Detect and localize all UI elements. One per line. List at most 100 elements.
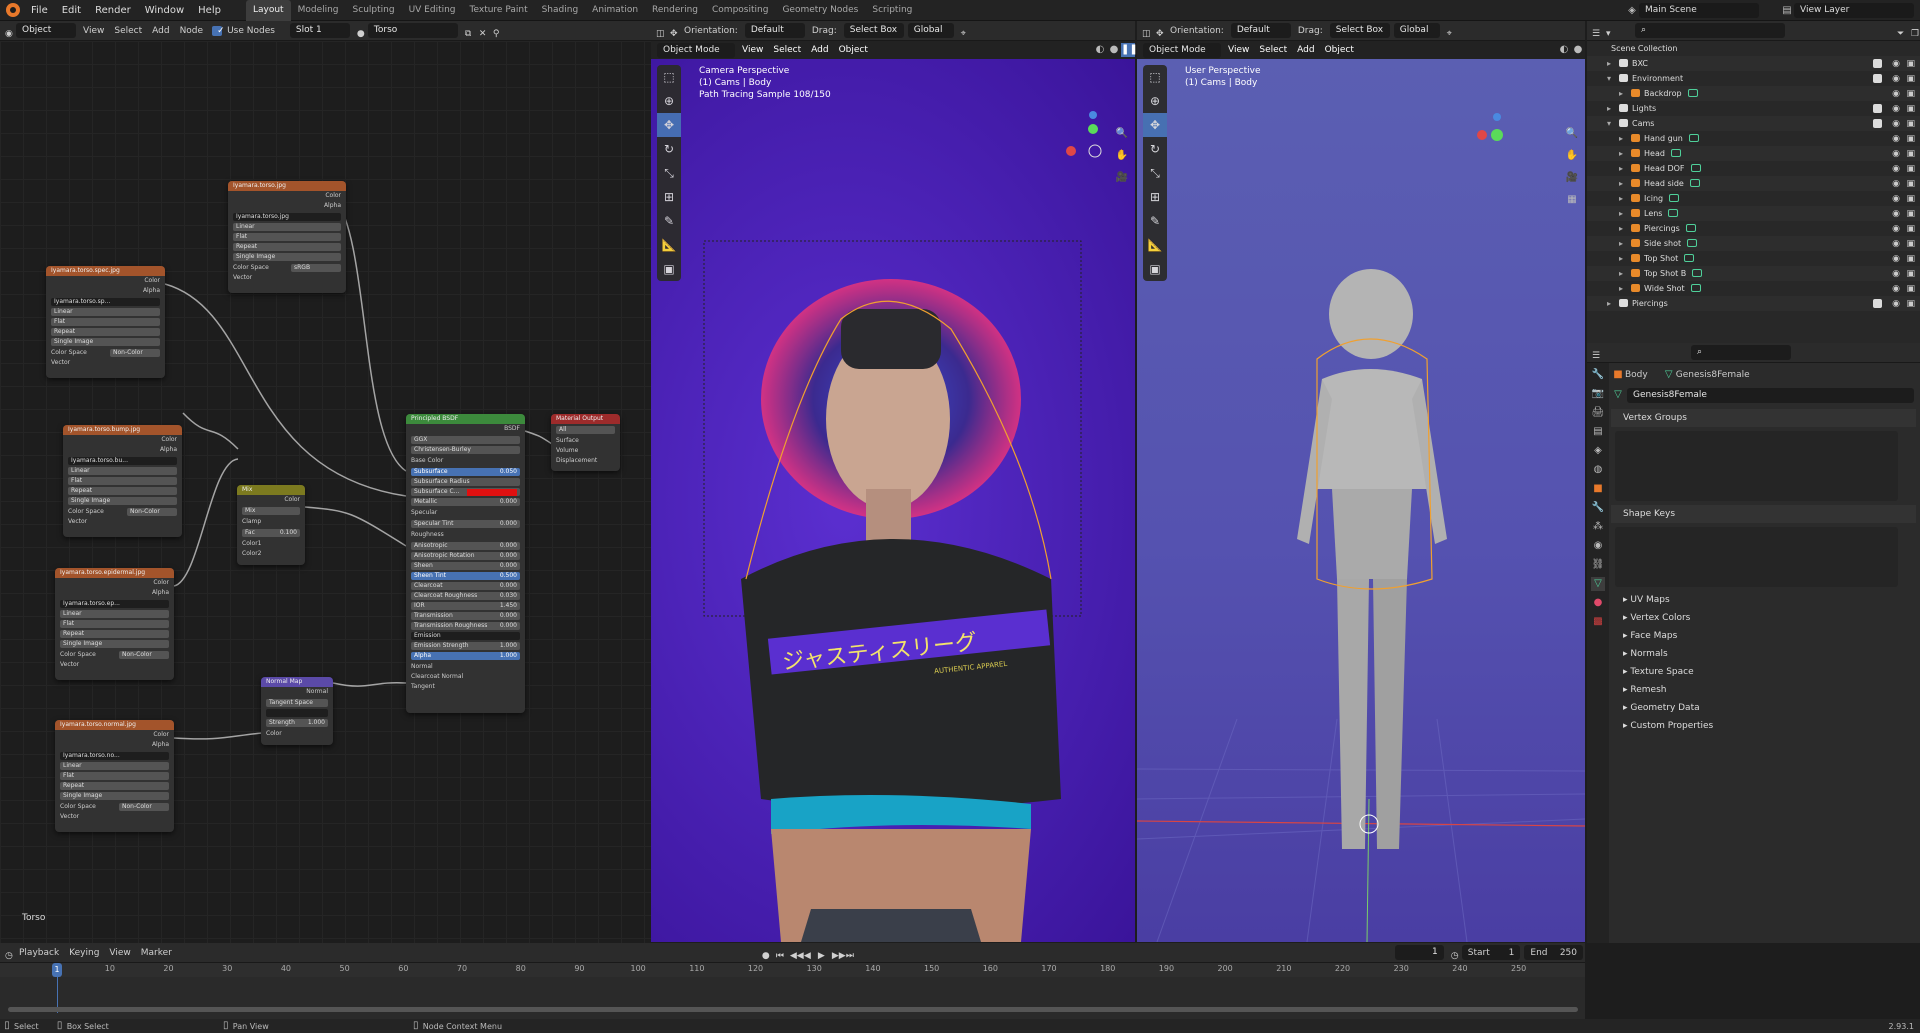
object-tab-icon[interactable]: ■ [1591, 482, 1605, 496]
gizmo-center-icon[interactable] [1088, 144, 1102, 158]
color-space-dropdown[interactable]: Non-Color [110, 349, 160, 357]
visibility-eye-icon[interactable]: ◉ [1892, 162, 1900, 177]
bsdf-input-metallic[interactable]: Metallic 0.000 [411, 498, 520, 506]
editor-type-icon[interactable]: ◉ [0, 24, 14, 39]
visibility-eye-icon[interactable]: ◉ [1892, 282, 1900, 297]
scale-icon[interactable]: ⤡ [657, 161, 681, 185]
move-icon[interactable]: ✥ [1143, 113, 1167, 137]
menu-add[interactable]: Add [1292, 44, 1319, 56]
render-visibility-icon[interactable]: ▣ [1906, 297, 1915, 312]
render-visibility-icon[interactable]: ▣ [1906, 117, 1915, 132]
play-icon[interactable]: ▶ [813, 946, 827, 961]
select-box-icon[interactable]: ⬚ [657, 65, 681, 89]
source-dropdown[interactable]: Single Image [51, 338, 160, 346]
visibility-eye-icon[interactable]: ◉ [1892, 237, 1900, 252]
camera-view-icon[interactable]: 🎥 [1565, 171, 1579, 185]
expand-arrow-icon[interactable]: ▸ [1619, 236, 1629, 251]
bsdf-input-ior[interactable]: IOR 1.450 [411, 602, 520, 610]
camera-data-icon[interactable] [1687, 239, 1698, 247]
color-space-dropdown[interactable]: Non-Color [127, 508, 177, 516]
expand-arrow-icon[interactable]: ▸ [1619, 131, 1629, 146]
node-mix-rgb[interactable]: Mix Color Mix Clamp Fac 0.100 Color1 Colo… [237, 485, 305, 565]
mode-dropdown[interactable]: Object Mode [1143, 42, 1221, 58]
camera-data-icon[interactable] [1692, 269, 1703, 277]
properties-editor[interactable]: ☰ ⌕ 🔧 📷 🖨 ▤ ◈ ◍ ■ 🔧 ⁂ ◉ ⛓ ▽ ● ▩ ■ Body ▽… [1587, 343, 1920, 943]
render-visibility-icon[interactable]: ▣ [1906, 57, 1915, 72]
node-title[interactable]: Iyamara.torso.spec.jpg [46, 266, 165, 276]
scene-selector[interactable]: ◈ Main Scene [1625, 3, 1759, 18]
object-name[interactable]: Body [1625, 370, 1648, 380]
playhead[interactable]: 1 [52, 963, 62, 977]
snap-icon[interactable]: ⌖ [956, 24, 970, 39]
target-dropdown[interactable]: All [556, 426, 615, 434]
expand-arrow-icon[interactable]: ▸ [1619, 146, 1629, 161]
menu-object[interactable]: Object [1320, 44, 1359, 56]
bsdf-input-roughness[interactable]: Roughness [406, 530, 525, 540]
visibility-eye-icon[interactable]: ◉ [1892, 222, 1900, 237]
pan-hand-icon[interactable]: ✋ [1565, 149, 1579, 163]
tab-modeling[interactable]: Modeling [291, 0, 346, 21]
exclude-checkbox[interactable] [1873, 119, 1882, 128]
render-visibility-icon[interactable]: ▣ [1906, 267, 1915, 282]
node-title[interactable]: Iyamara.torso.bump.jpg [63, 425, 182, 435]
bsdf-input-specular-tint[interactable]: Specular Tint 0.000 [411, 520, 520, 528]
viewport-camera[interactable]: ジャスティスリーグ AUTHENTIC APPAREL Camera Persp… [651, 59, 1135, 942]
extension-dropdown[interactable]: Repeat [60, 782, 169, 790]
interpolation-dropdown[interactable]: Linear [60, 762, 169, 770]
menu-view[interactable]: View [1223, 44, 1254, 56]
play-reverse-icon[interactable]: ◀ [799, 946, 813, 961]
output-tab-icon[interactable]: 🖨 [1591, 406, 1605, 420]
mesh-data-name[interactable]: Genesis8Female [1676, 370, 1750, 380]
display-mode-icon[interactable]: ▾ [1601, 24, 1615, 39]
color-space-dropdown[interactable]: Non-Color [119, 803, 169, 811]
extension-dropdown[interactable]: Repeat [68, 487, 177, 495]
camera-data-icon[interactable] [1668, 209, 1679, 217]
outliner-item-cams[interactable]: ▾ Cams ◉ ▣ [1587, 116, 1920, 131]
expand-arrow-icon[interactable]: ▸ [1619, 86, 1629, 101]
expand-arrow-icon[interactable]: ▸ [1607, 101, 1617, 116]
panel-face-maps[interactable]: ▸ Face Maps [1611, 627, 1916, 645]
outliner-item-side-shot[interactable]: ▸ Side shot ◉ ▣ [1587, 236, 1920, 251]
bsdf-input-specular[interactable]: Specular [406, 508, 525, 518]
tab-scripting[interactable]: Scripting [865, 0, 919, 21]
menu-edit[interactable]: Edit [55, 0, 88, 21]
camera-data-icon[interactable] [1684, 254, 1695, 262]
timeline-scrollbar[interactable] [8, 1007, 1578, 1012]
outliner[interactable]: ☰ ▾ ⌕ ⏷ ❐ Scene Collection ▸ BXC ◉ ▣ ▾ Enviro… [1587, 21, 1920, 343]
tab-animation[interactable]: Animation [585, 0, 645, 21]
outliner-item-backdrop[interactable]: ▸ Backdrop ◉ ▣ [1587, 86, 1920, 101]
record-icon[interactable]: ● [757, 946, 771, 961]
pause-icon[interactable]: ❚❚ [1121, 43, 1138, 57]
bsdf-input-clearcoat-normal[interactable]: Clearcoat Normal [406, 672, 525, 682]
zoom-icon[interactable]: 🔍 [1565, 127, 1579, 141]
projection-dropdown[interactable]: Flat [68, 477, 177, 485]
strength-slider[interactable]: Strength 1.000 [266, 719, 328, 727]
render-visibility-icon[interactable]: ▣ [1906, 177, 1915, 192]
start-frame-field[interactable]: Start 1 [1461, 945, 1521, 960]
texture-tab-icon[interactable]: ▩ [1591, 615, 1605, 629]
mesh-datablock-field[interactable]: Genesis8Female [1627, 387, 1914, 403]
zoom-icon[interactable]: 🔍 [1115, 127, 1129, 141]
node-image-texture-bump[interactable]: Iyamara.torso.bump.jpg Color Alpha Iyama… [63, 425, 182, 537]
scene-name-field[interactable]: Main Scene [1639, 3, 1759, 18]
mode-dropdown[interactable]: Object Mode [657, 42, 735, 58]
render-visibility-icon[interactable]: ▣ [1906, 132, 1915, 147]
visibility-eye-icon[interactable]: ◉ [1892, 57, 1900, 72]
next-key-icon[interactable]: ▶▶ [827, 946, 846, 961]
subsurface-method-dropdown[interactable]: Christensen-Burley [411, 446, 520, 454]
object-type-dropdown[interactable]: Object [16, 23, 76, 38]
menu-view[interactable]: View [78, 21, 109, 41]
prev-key-icon[interactable]: ◀◀ [785, 946, 804, 961]
measure-icon[interactable]: 📐 [657, 233, 681, 257]
search-input[interactable]: ⌕ [1635, 23, 1785, 38]
node-title[interactable]: Principled BSDF [406, 414, 525, 424]
source-dropdown[interactable]: Single Image [68, 497, 177, 505]
gizmo-z-icon[interactable] [1089, 111, 1097, 119]
panel-remesh[interactable]: ▸ Remesh [1611, 681, 1916, 699]
camera-data-icon[interactable] [1690, 164, 1701, 172]
scene-collection-row[interactable]: Scene Collection [1587, 41, 1920, 56]
bsdf-input-normal[interactable]: Normal [406, 662, 525, 672]
bsdf-input-emission-strength[interactable]: Emission Strength 1.000 [411, 642, 520, 650]
menu-add[interactable]: Add [806, 44, 833, 56]
outliner-item-bxc[interactable]: ▸ BXC ◉ ▣ [1587, 56, 1920, 71]
